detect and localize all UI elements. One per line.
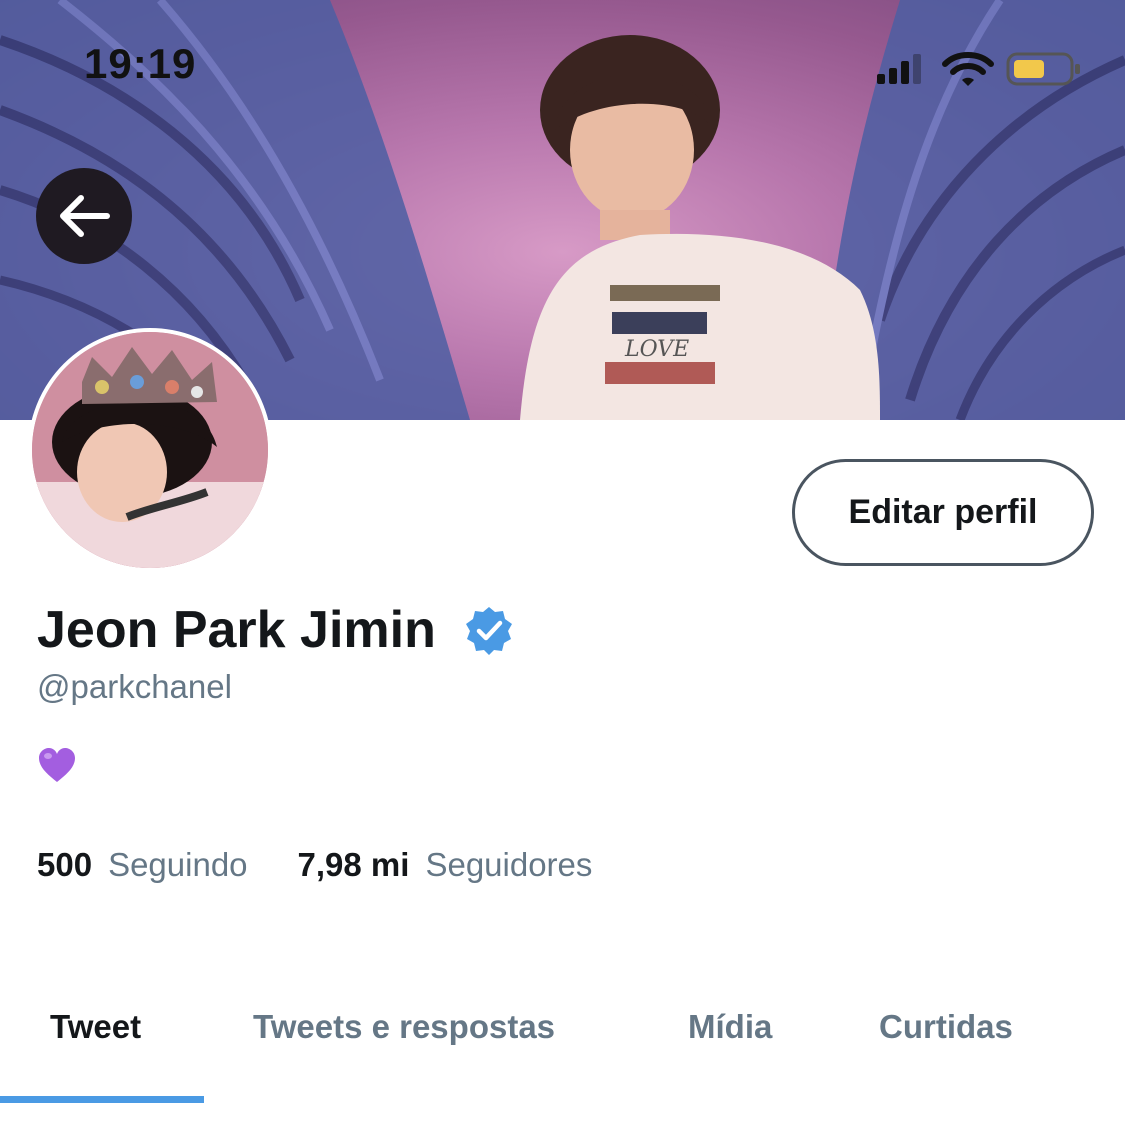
profile-name-row: Jeon Park Jimin xyxy=(37,600,514,660)
status-bar-icons xyxy=(875,48,1085,92)
profile-tabs: Tweet Tweets e respostas Mídia Curtidas xyxy=(0,990,1125,1110)
followers-count[interactable]: 7,98 mi xyxy=(298,846,410,884)
active-tab-indicator xyxy=(0,1096,204,1103)
following-count[interactable]: 500 xyxy=(37,846,92,884)
arrow-left-icon xyxy=(60,195,110,237)
signal-icon xyxy=(877,54,921,84)
purple-heart-icon xyxy=(39,748,75,782)
avatar[interactable] xyxy=(28,328,272,572)
edit-profile-button[interactable]: Editar perfil xyxy=(792,459,1094,566)
verified-badge-icon xyxy=(465,607,512,655)
back-button[interactable] xyxy=(36,168,132,264)
tab-tweets-e-respostas[interactable]: Tweets e respostas xyxy=(253,1008,555,1046)
wifi-icon xyxy=(942,52,994,86)
svg-text:LOVE: LOVE xyxy=(624,337,689,362)
avatar-image xyxy=(32,332,268,568)
following-label[interactable]: Seguindo xyxy=(108,846,247,884)
status-bar-time: 19:19 xyxy=(84,40,197,87)
profile-stats: 500 Seguindo 7,98 mi Seguidores xyxy=(37,846,592,884)
followers-label[interactable]: Seguidores xyxy=(425,846,592,884)
tab-tweet[interactable]: Tweet xyxy=(50,1008,141,1046)
tab-curtidas[interactable]: Curtidas xyxy=(879,1008,1013,1046)
tab-midia[interactable]: Mídia xyxy=(688,1008,772,1046)
profile-name: Jeon Park Jimin xyxy=(37,601,436,659)
profile-handle: @parkchanel xyxy=(37,668,232,705)
battery-icon xyxy=(1006,52,1080,86)
